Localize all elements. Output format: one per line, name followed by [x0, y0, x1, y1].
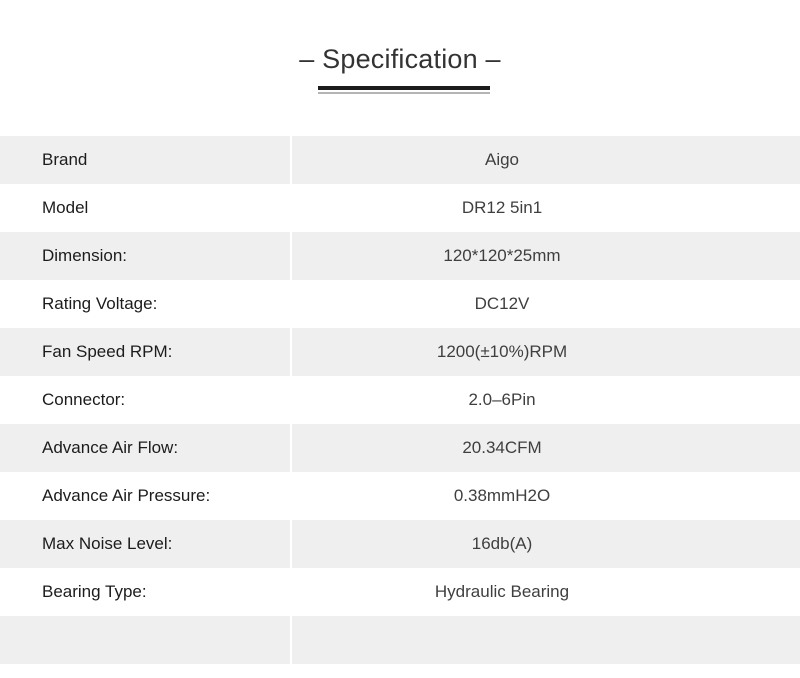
spec-label: Fan Speed RPM: [42, 342, 173, 361]
table-row: Max Noise Level: 16db(A) [0, 520, 800, 568]
spec-label: Dimension: [42, 246, 128, 265]
spec-label: Model [42, 198, 89, 217]
title-underline-rule [318, 86, 490, 95]
spec-label: Connector: [42, 390, 126, 409]
table-row: Connector: 2.0–6Pin [0, 376, 800, 424]
table-row: Advance Air Pressure: 0.38mmH2O [0, 472, 800, 520]
table-row: Rating Voltage: DC12V [0, 280, 800, 328]
title-rule-thick [318, 86, 490, 90]
spec-value: DR12 5in1 [461, 198, 543, 217]
table-row: Model DR12 5in1 [0, 184, 800, 232]
spec-value: 16db(A) [471, 534, 533, 553]
specification-page: – Specification – Brand Aigo Model DR12 5in… [0, 0, 800, 678]
table-row: Fan Speed RPM: 1200(±10%)RPM [0, 328, 800, 376]
spec-label: Rating Voltage: [42, 294, 158, 313]
spec-label [0, 616, 290, 664]
spec-value: 0.38mmH2O [453, 486, 551, 505]
spec-label: Max Noise Level: [42, 534, 173, 553]
spec-value: Aigo [484, 150, 520, 169]
page-title: – Specification – [299, 44, 501, 74]
title-block: – Specification – [0, 0, 800, 136]
table-row-filler [0, 616, 800, 664]
table-row: Brand Aigo [0, 136, 800, 184]
spec-value: 20.34CFM [462, 438, 542, 457]
spec-value: Hydraulic Bearing [434, 582, 570, 601]
table-row: Bearing Type: Hydraulic Bearing [0, 568, 800, 616]
table-row: Advance Air Flow: 20.34CFM [0, 424, 800, 472]
table-row: Dimension: 120*120*25mm [0, 232, 800, 280]
spec-label: Advance Air Pressure: [42, 486, 211, 505]
spec-label: Brand [42, 150, 88, 169]
title-rule-thin [318, 92, 490, 94]
spec-label: Bearing Type: [42, 582, 147, 601]
spec-value: 1200(±10%)RPM [436, 342, 568, 361]
spec-value [292, 616, 800, 664]
spec-value: 120*120*25mm [443, 246, 561, 265]
specification-table: Brand Aigo Model DR12 5in1 Dimension: 120*120… [0, 136, 800, 664]
spec-value: 2.0–6Pin [468, 390, 536, 409]
spec-value: DC12V [474, 294, 530, 313]
spec-label: Advance Air Flow: [42, 438, 179, 457]
